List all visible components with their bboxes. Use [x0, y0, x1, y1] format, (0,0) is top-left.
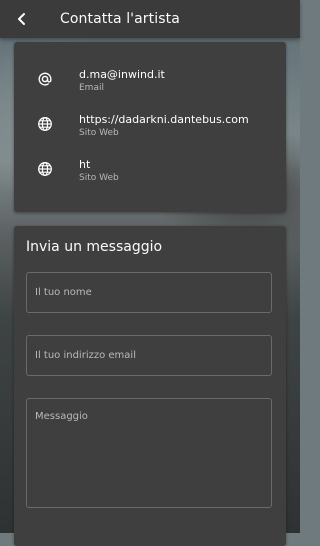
- name-input[interactable]: [26, 272, 272, 313]
- contact-label: Sito Web: [79, 173, 119, 183]
- form-heading: Invia un messaggio: [26, 239, 163, 255]
- contact-row-website[interactable]: ht Sito Web: [14, 158, 286, 194]
- contact-label: Email: [79, 83, 104, 93]
- contact-value: https://dadarkni.dantebus.com: [79, 113, 249, 126]
- message-textarea[interactable]: [26, 398, 272, 508]
- back-button[interactable]: [12, 9, 32, 29]
- contact-row-website[interactable]: https://dadarkni.dantebus.com Sito Web: [14, 113, 286, 149]
- contact-row-email[interactable]: d.ma@inwind.it Email: [14, 68, 286, 104]
- back-arrow-icon: [18, 13, 25, 25]
- message-form-card: Invia un messaggio: [14, 226, 286, 546]
- globe-icon: [36, 115, 54, 133]
- globe-icon: [36, 160, 54, 178]
- at-icon: [36, 70, 54, 88]
- contact-value: d.ma@inwind.it: [79, 68, 165, 81]
- page-title: Contatta l'artista: [60, 11, 180, 27]
- contact-label: Sito Web: [79, 128, 119, 138]
- contact-value: ht: [79, 158, 91, 171]
- app-bar: Contatta l'artista: [0, 0, 300, 38]
- contact-info-card: d.ma@inwind.it Email https://dadarkni.da…: [14, 42, 286, 212]
- email-input[interactable]: [26, 335, 272, 376]
